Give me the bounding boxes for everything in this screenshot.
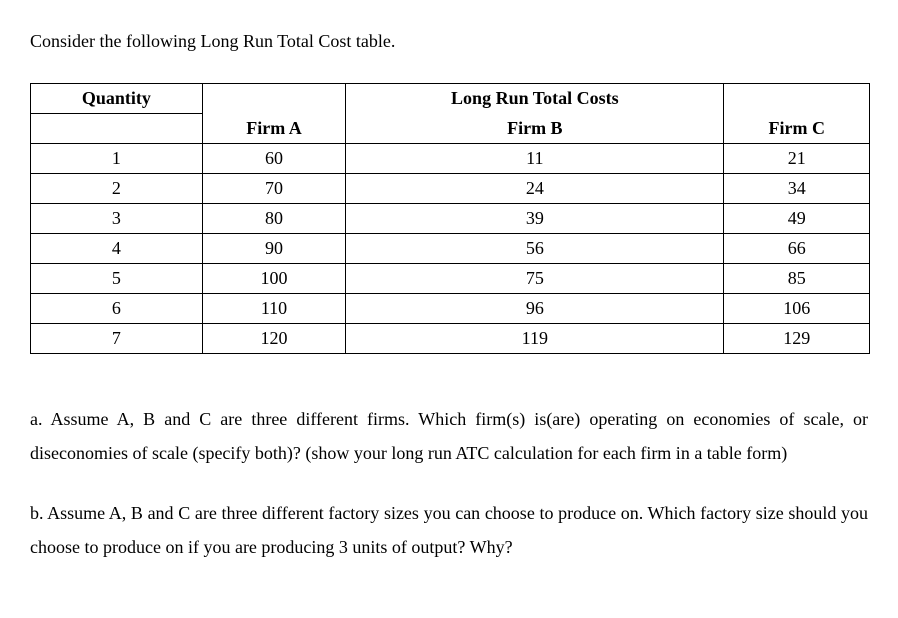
- table-cell: 34: [724, 173, 870, 203]
- header-empty-left: [202, 84, 345, 114]
- question-a: a. Assume A, B and C are three different…: [30, 402, 868, 470]
- table-row: 3803949: [31, 203, 870, 233]
- table-row: 2702434: [31, 173, 870, 203]
- table-cell: 110: [202, 293, 345, 323]
- table-cell: 80: [202, 203, 345, 233]
- table-cell: 2: [31, 173, 203, 203]
- firm-c-header: Firm C: [724, 114, 870, 144]
- table-cell: 90: [202, 233, 345, 263]
- table-cell: 24: [346, 173, 724, 203]
- table-row: 611096106: [31, 293, 870, 323]
- table-cell: 120: [202, 323, 345, 353]
- table-cell: 6: [31, 293, 203, 323]
- table-cell: 21: [724, 143, 870, 173]
- table-cell: 70: [202, 173, 345, 203]
- table-cell: 66: [724, 233, 870, 263]
- table-cell: 56: [346, 233, 724, 263]
- table-cell: 11: [346, 143, 724, 173]
- table-cell: 49: [724, 203, 870, 233]
- table-cell: 100: [202, 263, 345, 293]
- cost-table: Quantity Long Run Total Costs Firm A Fir…: [30, 83, 870, 354]
- lrtc-header: Long Run Total Costs: [346, 84, 724, 114]
- table-cell: 5: [31, 263, 203, 293]
- table-row: 1601121: [31, 143, 870, 173]
- table-cell: 39: [346, 203, 724, 233]
- table-cell: 119: [346, 323, 724, 353]
- intro-text: Consider the following Long Run Total Co…: [30, 28, 868, 55]
- question-b: b. Assume A, B and C are three different…: [30, 496, 868, 564]
- table-cell: 7: [31, 323, 203, 353]
- quantity-header: Quantity: [31, 84, 203, 114]
- quantity-sub-header: [31, 114, 203, 144]
- table-body: 1601121270243438039494905666510075856110…: [31, 143, 870, 353]
- table-cell: 129: [724, 323, 870, 353]
- table-row: 51007585: [31, 263, 870, 293]
- table-cell: 60: [202, 143, 345, 173]
- table-row: 7120119129: [31, 323, 870, 353]
- table-cell: 1: [31, 143, 203, 173]
- table-cell: 85: [724, 263, 870, 293]
- header-empty-right: [724, 84, 870, 114]
- table-cell: 96: [346, 293, 724, 323]
- firm-b-header: Firm B: [346, 114, 724, 144]
- firm-a-header: Firm A: [202, 114, 345, 144]
- table-row: 4905666: [31, 233, 870, 263]
- table-cell: 75: [346, 263, 724, 293]
- table-cell: 106: [724, 293, 870, 323]
- table-cell: 3: [31, 203, 203, 233]
- table-cell: 4: [31, 233, 203, 263]
